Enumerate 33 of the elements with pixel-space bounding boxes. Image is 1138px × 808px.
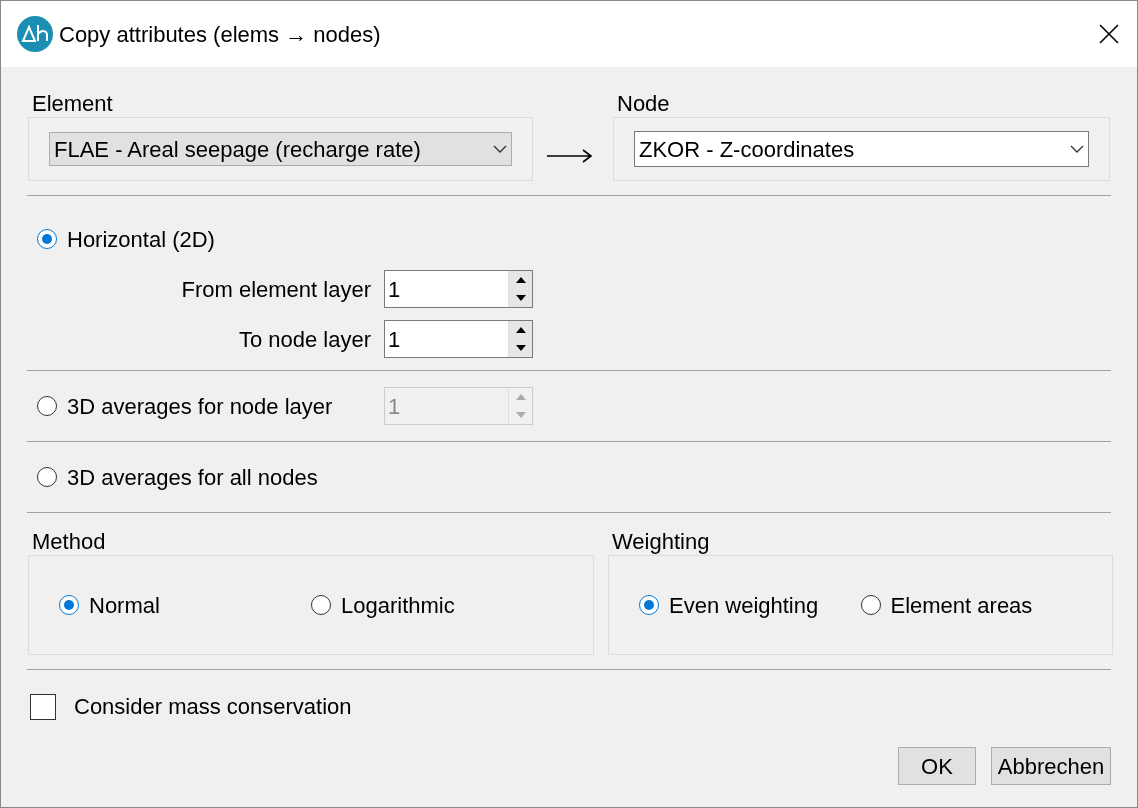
group-label: Element <box>31 91 114 117</box>
window-title: Copy attributes (elems → nodes) <box>59 20 382 49</box>
group-label: Method <box>31 529 107 555</box>
field-label: From element layer <box>180 275 372 304</box>
radio-button[interactable] <box>59 595 79 615</box>
radio-label[interactable]: Even weighting <box>669 588 819 622</box>
radio-button[interactable] <box>37 229 57 249</box>
radio-label[interactable]: Logarithmic <box>341 588 455 622</box>
app-logo-icon <box>17 16 53 52</box>
dropdown[interactable]: ZKOR - Z-coordinates <box>634 131 1089 167</box>
chevron-down-icon <box>493 145 507 153</box>
number-spinner[interactable]: 1 <box>384 270 533 308</box>
chevron-down-icon <box>1070 145 1084 153</box>
close-icon[interactable] <box>1099 24 1119 44</box>
radio-label[interactable]: Element areas <box>890 588 1033 622</box>
dropdown[interactable]: FLAE - Areal seepage (recharge rate) <box>49 132 512 166</box>
group-label: Node <box>616 91 671 117</box>
group-label: Weighting <box>611 529 711 555</box>
radio-label[interactable]: 3D averages for all nodes <box>67 460 318 494</box>
dialog-button[interactable]: Abbrechen <box>991 747 1111 785</box>
radio-button[interactable] <box>639 595 659 615</box>
radio-label[interactable]: 3D averages for node layer <box>67 389 333 423</box>
arrow-right-icon <box>547 149 593 163</box>
radio-label[interactable]: Normal <box>89 588 160 622</box>
radio-label[interactable]: Horizontal (2D) <box>67 222 215 256</box>
radio-button[interactable] <box>860 595 881 615</box>
dialog-button[interactable]: OK <box>898 747 976 785</box>
field-label: To node layer <box>237 325 372 354</box>
radio-button[interactable] <box>37 467 57 487</box>
checkbox-option[interactable]: Consider mass conservation <box>30 690 352 723</box>
radio-button[interactable] <box>37 396 57 416</box>
number-spinner[interactable]: 1 <box>384 320 533 358</box>
radio-button[interactable] <box>311 595 331 615</box>
